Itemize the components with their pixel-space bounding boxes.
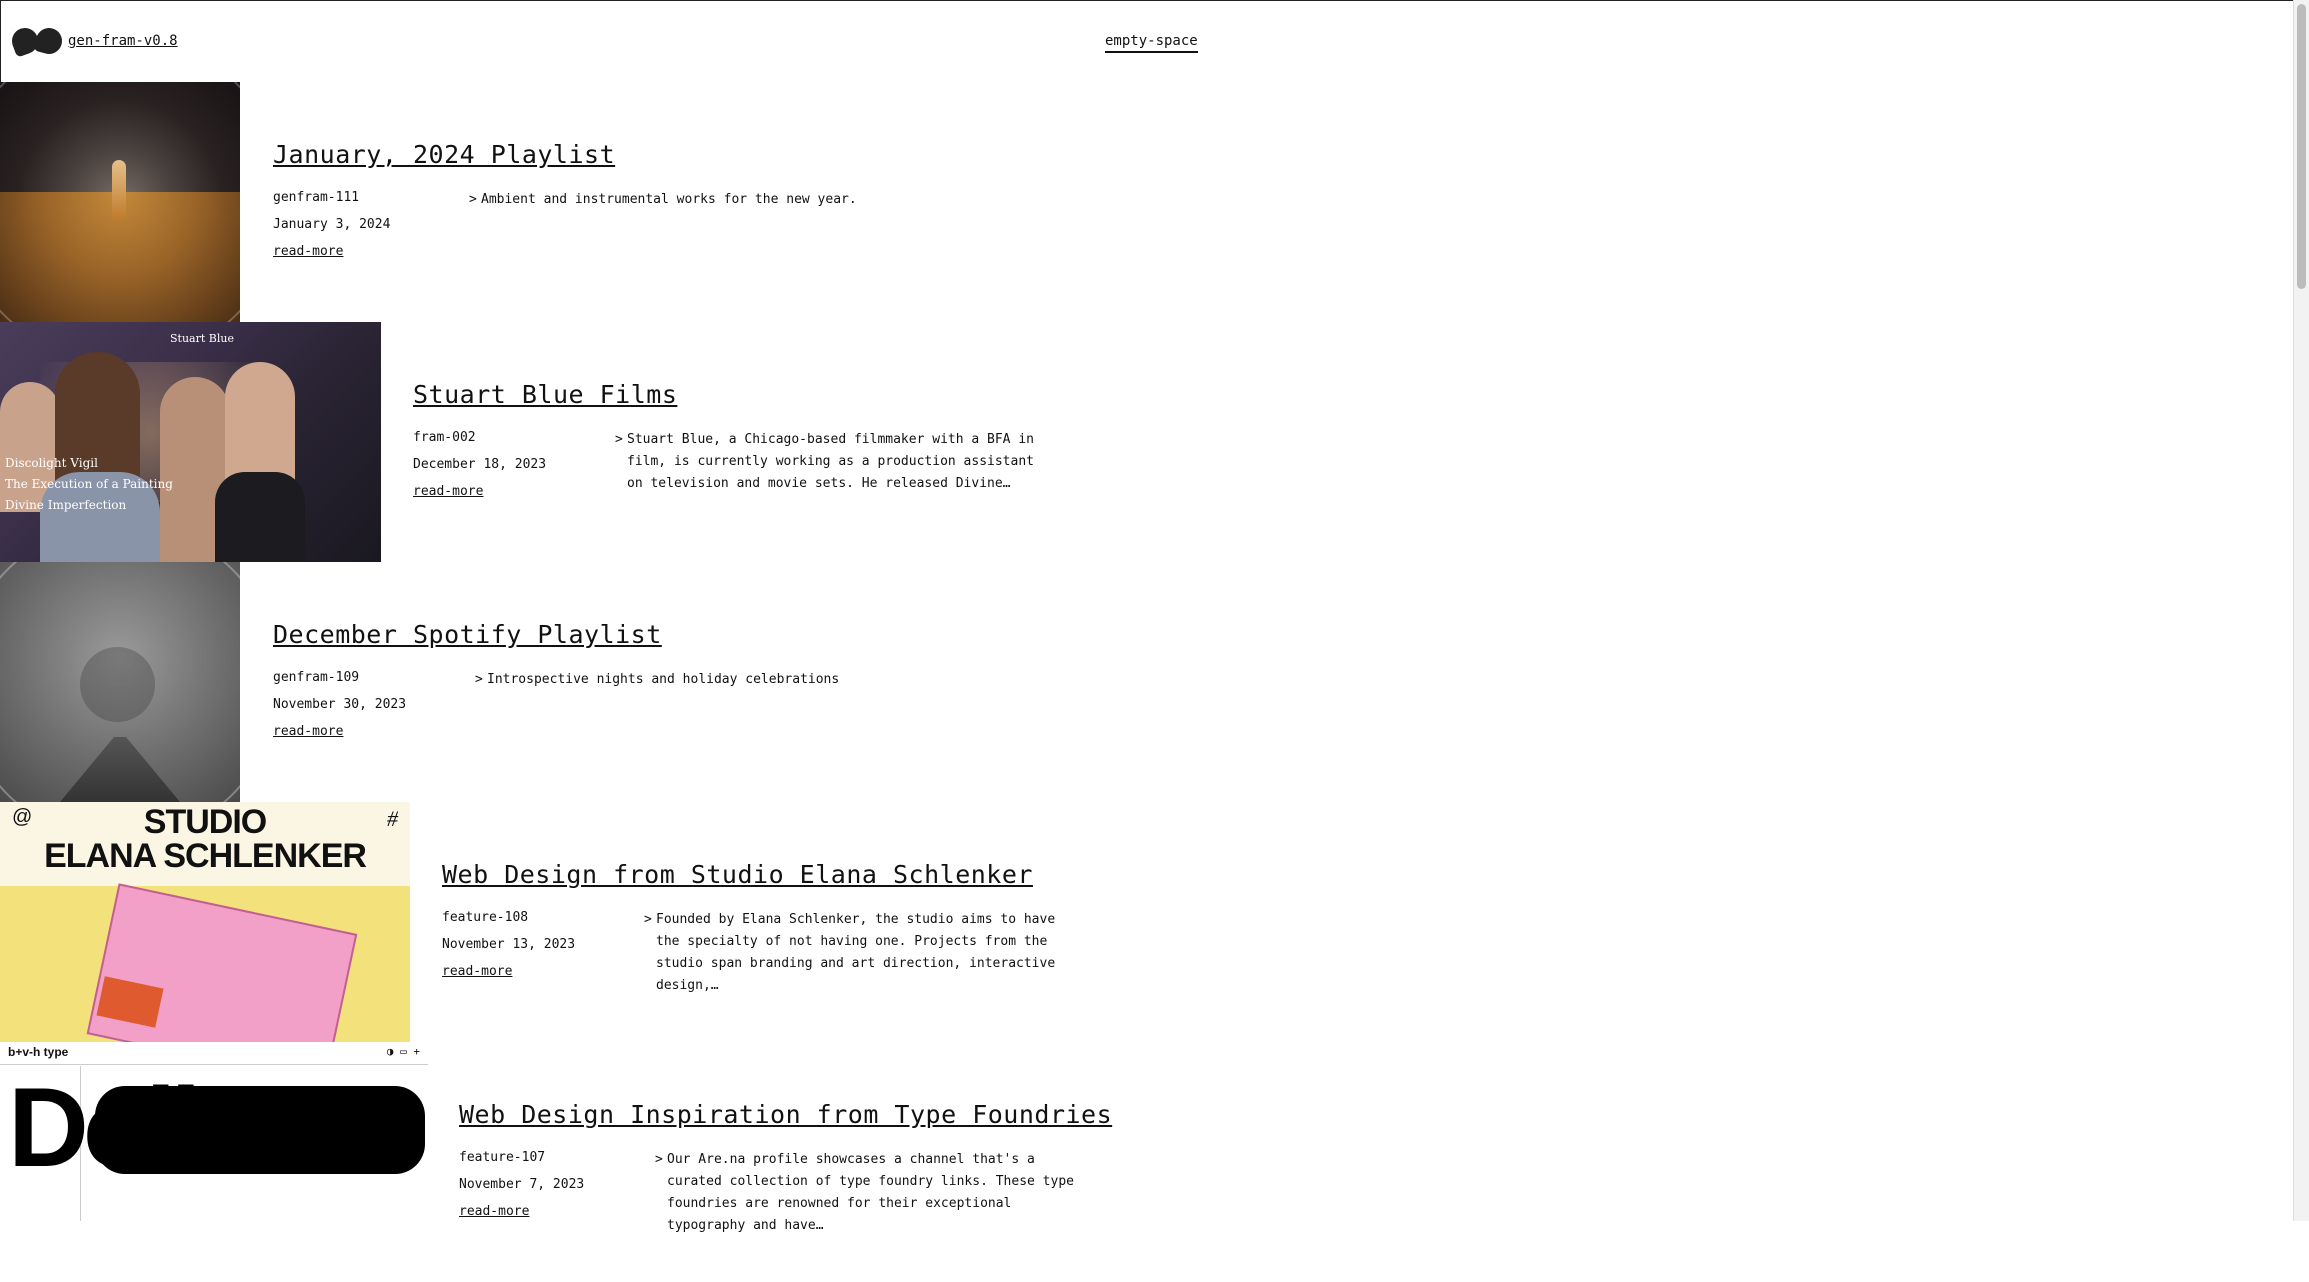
post-description: > Founded by Elana Schlenker, the studio… — [644, 909, 1066, 997]
post-title-link[interactable]: Web Design from Studio Elana Schlenker — [442, 860, 1033, 889]
post-thumbnail[interactable]: @ # STUDIO ELANA SCHLENKER — [0, 802, 410, 1042]
post-description-text: Ambient and instrumental works for the n… — [481, 192, 857, 207]
post-description: > Our Are.na profile showcases a channel… — [655, 1149, 1077, 1237]
arrow-icon: > — [469, 192, 477, 207]
post-entry: @ # STUDIO ELANA SCHLENKER Web Design fr… — [0, 802, 2293, 1043]
thumbnail-brand: b+v-h type — [8, 1045, 69, 1059]
arrow-icon: > — [475, 672, 483, 687]
post-title-link[interactable]: January, 2024 Playlist — [273, 140, 615, 169]
thumbnail-specimen: Dolina — [8, 1065, 320, 1190]
nav-link-empty-space[interactable]: empty-space — [1105, 33, 1198, 53]
post-thumbnail[interactable] — [0, 82, 240, 322]
logo-icon[interactable] — [8, 24, 66, 58]
post-thumbnail[interactable]: b+v-h type ◑ ▭ + Dolina — [0, 1042, 428, 1221]
post-title-link[interactable]: Stuart Blue Films — [413, 380, 677, 409]
arrow-icon: > — [655, 1152, 663, 1167]
post-id: feature-108 — [442, 910, 529, 925]
read-more-link[interactable]: read-more — [442, 964, 512, 979]
post-date: January 3, 2024 — [273, 217, 391, 232]
post-entry: December Spotify Playlist genfram-109 No… — [0, 562, 2293, 803]
thumbnail-figure — [112, 160, 126, 220]
thumbnail-line: ELANA SCHLENKER — [44, 837, 367, 875]
scrollbar-thumb[interactable] — [2297, 4, 2306, 289]
thumbnail-line: Discolight Vigil — [5, 456, 98, 470]
read-more-link[interactable]: read-more — [273, 244, 343, 259]
site-name-link[interactable]: gen-fram-v0.8 — [68, 33, 178, 49]
post-entry: January, 2024 Playlist genfram-111 Janua… — [0, 82, 2293, 323]
read-more-link[interactable]: read-more — [413, 484, 483, 499]
post-meta: feature-107 November 7, 2023 read-more — [459, 1144, 584, 1225]
thumbnail-shirt — [215, 472, 305, 562]
thumbnail-line: The Execution of a Painting — [5, 477, 173, 491]
scrollbar[interactable] — [2293, 0, 2309, 1221]
post-date: November 30, 2023 — [273, 697, 407, 712]
thumbnail-line: Divine Imperfection — [5, 498, 127, 512]
thumbnail-line: STUDIO — [143, 803, 267, 841]
post-description-text: Introspective nights and holiday celebra… — [487, 672, 840, 687]
post-id: genfram-111 — [273, 190, 360, 205]
thumbnail-brand: Stuart Blue — [170, 332, 234, 345]
post-description-text: Founded by Elana Schlenker, the studio a… — [656, 912, 1056, 993]
post-title-link[interactable]: Web Design Inspiration from Type Foundri… — [459, 1100, 1112, 1129]
post-title-link[interactable]: December Spotify Playlist — [273, 620, 662, 649]
post-id: genfram-109 — [273, 670, 360, 685]
post-entry: b+v-h type ◑ ▭ + Dolina Web Design Inspi… — [0, 1042, 2293, 1282]
post-meta: fram-002 December 18, 2023 read-more — [413, 424, 546, 505]
post-id: feature-107 — [459, 1150, 546, 1165]
post-description: > Introspective nights and holiday celeb… — [475, 669, 1047, 691]
post-id: fram-002 — [413, 430, 476, 445]
post-description-text: Stuart Blue, a Chicago-based filmmaker w… — [627, 432, 1034, 491]
post-thumbnail[interactable]: Stuart Blue Discolight Vigil The Executi… — [0, 322, 381, 562]
post-meta: genfram-111 January 3, 2024 read-more — [273, 184, 390, 265]
read-more-link[interactable]: read-more — [273, 724, 343, 739]
arrow-icon: > — [615, 432, 623, 447]
post-entry: Stuart Blue Discolight Vigil The Executi… — [0, 322, 2293, 563]
post-date: November 7, 2023 — [459, 1177, 585, 1192]
post-meta: feature-108 November 13, 2023 read-more — [442, 904, 575, 985]
post-description: > Ambient and instrumental works for the… — [469, 189, 1041, 211]
thumbnail-hub — [80, 647, 155, 722]
read-more-link[interactable]: read-more — [459, 1204, 529, 1219]
post-meta: genfram-109 November 30, 2023 read-more — [273, 664, 406, 745]
post-date: November 13, 2023 — [442, 937, 576, 952]
thumbnail-toolbar-icons: ◑ ▭ + — [386, 1045, 420, 1058]
post-description: > Stuart Blue, a Chicago-based filmmaker… — [615, 429, 1037, 495]
arrow-icon: > — [644, 912, 652, 927]
post-date: December 18, 2023 — [413, 457, 547, 472]
post-thumbnail[interactable] — [0, 562, 240, 802]
site-header: gen-fram-v0.8 empty-space — [0, 0, 2293, 82]
